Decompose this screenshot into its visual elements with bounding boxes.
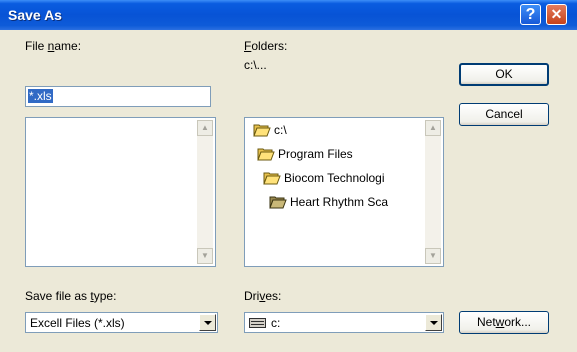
close-button[interactable]: ✕ <box>546 4 567 25</box>
scroll-down-arrow-icon[interactable]: ▼ <box>197 248 213 264</box>
folder-tree-scrollbar[interactable]: ▲ ▼ <box>425 120 441 264</box>
chevron-down-icon[interactable] <box>199 314 216 331</box>
open-folder-icon <box>257 148 275 161</box>
hard-drive-icon <box>249 318 266 328</box>
file-name-label: File name: <box>25 39 82 53</box>
scroll-up-arrow-icon[interactable]: ▲ <box>197 120 213 136</box>
open-folder-icon <box>263 172 281 185</box>
file-list[interactable]: ▲ ▼ <box>25 117 216 267</box>
drives-select[interactable]: c: <box>244 312 444 333</box>
cancel-button[interactable]: Cancel <box>459 103 549 126</box>
help-button[interactable]: ? <box>520 4 541 25</box>
save-type-select[interactable]: Excell Files (*.xls) <box>25 312 218 333</box>
network-button[interactable]: Network... <box>459 311 549 334</box>
file-list-scrollbar[interactable]: ▲ ▼ <box>197 120 213 264</box>
file-name-value: *.xls <box>28 89 53 103</box>
scroll-up-arrow-icon[interactable]: ▲ <box>425 120 441 136</box>
save-type-value: Excell Files (*.xls) <box>30 316 125 330</box>
scroll-down-arrow-icon[interactable]: ▼ <box>425 248 441 264</box>
current-path: c:\... <box>244 58 267 72</box>
open-folder-icon <box>253 124 271 137</box>
ok-button[interactable]: OK <box>459 63 549 86</box>
folder-tree[interactable]: c:\ Program Files Biocom Technologi Hear… <box>244 117 444 267</box>
drives-label: Drives: <box>244 289 282 303</box>
dialog-title: Save As <box>8 7 62 23</box>
title-bar[interactable]: Save As ? ✕ <box>0 0 577 30</box>
folders-label: Folders: <box>244 39 288 53</box>
help-icon: ? <box>525 6 536 23</box>
open-folder-selected-icon <box>269 196 287 209</box>
chevron-down-icon[interactable] <box>425 314 442 331</box>
close-icon: ✕ <box>550 6 563 22</box>
file-name-input[interactable]: *.xls <box>25 86 211 107</box>
drives-value: c: <box>271 316 281 330</box>
save-type-label: Save file as type: <box>25 289 117 303</box>
